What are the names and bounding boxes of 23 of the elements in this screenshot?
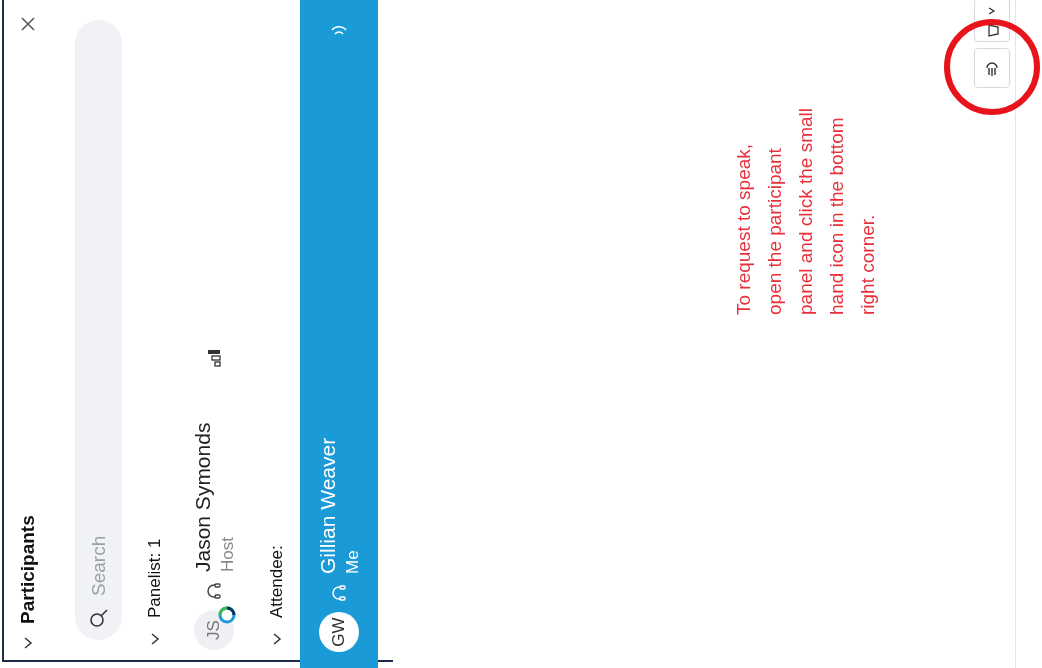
participant-row[interactable]: GW Gillian Weaver Me	[300, 0, 378, 668]
raise-hand-button[interactable]	[974, 48, 1010, 88]
headset-icon	[205, 582, 223, 600]
participant-name: Jason Symonds	[190, 422, 216, 572]
group-label[interactable]: Panelist: 1	[142, 538, 168, 618]
participant-role: Me	[341, 549, 363, 574]
instruction-text: open the participant	[763, 147, 786, 315]
participant-role: Host	[216, 536, 238, 572]
signal-bars-icon	[207, 348, 221, 367]
search-field[interactable]: Search	[75, 20, 122, 640]
group-label[interactable]: Attendee:	[264, 545, 290, 618]
search-icon	[89, 608, 109, 628]
avatar: GW	[319, 612, 359, 652]
panel-title: Participants	[15, 515, 39, 624]
participant-row[interactable]: JS Jason Symonds Host	[182, 0, 246, 660]
chevron-icon[interactable]	[987, 7, 997, 15]
instruction-text: To request to speak,	[732, 142, 755, 315]
participant-name: Gillian Weaver	[315, 437, 341, 574]
sound-waves-icon	[331, 24, 347, 36]
instruction-text: panel and click the small	[794, 107, 817, 315]
headset-icon	[330, 584, 348, 602]
instruction-text: right corner.	[856, 213, 879, 315]
instruction-text: hand icon in the bottom	[825, 116, 848, 315]
